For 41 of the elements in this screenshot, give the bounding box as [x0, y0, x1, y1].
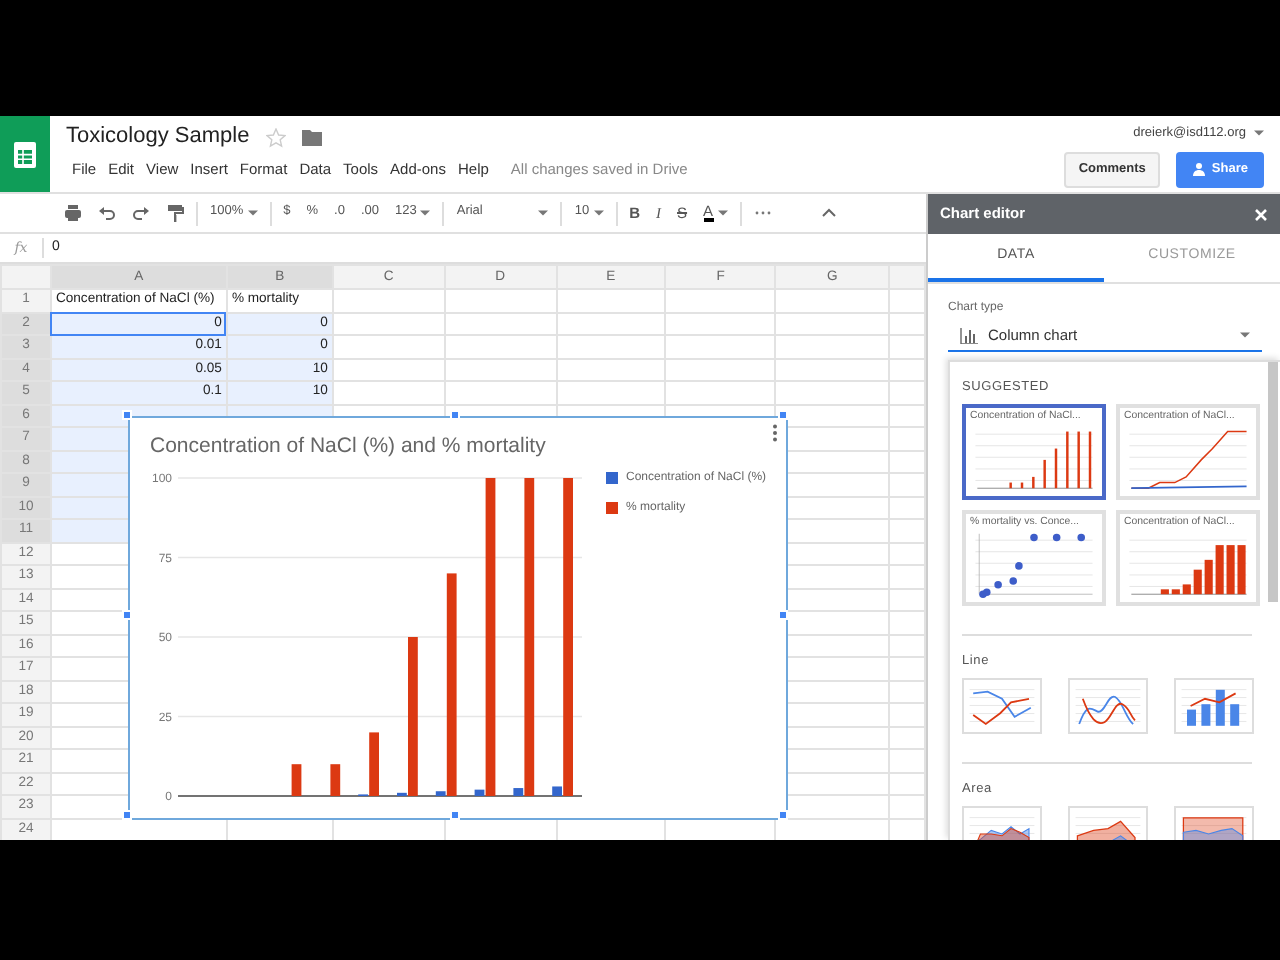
resize-handle[interactable] — [122, 810, 132, 820]
paint-format-icon — [166, 204, 184, 222]
redo-icon — [132, 204, 150, 222]
caret-icon — [420, 210, 431, 216]
folder-icon[interactable] — [301, 129, 322, 145]
chart-title: Concentration of NaCl (%) and % mortality — [150, 432, 546, 462]
resize-handle[interactable] — [450, 810, 460, 820]
chart-type-option[interactable] — [1068, 677, 1148, 734]
bar — [291, 764, 302, 796]
redo-button[interactable] — [128, 204, 154, 222]
print-icon — [64, 204, 82, 222]
person-icon — [1191, 162, 1206, 177]
resize-handle[interactable] — [778, 610, 788, 620]
bar — [330, 764, 341, 796]
kebab-menu-icon[interactable] — [772, 424, 778, 442]
close-button[interactable] — [1254, 207, 1268, 221]
chevron-up-icon — [819, 204, 838, 222]
print-button[interactable] — [60, 204, 86, 222]
undo-icon — [98, 204, 116, 222]
resize-handle[interactable] — [122, 610, 132, 620]
column-chart-icon — [960, 327, 978, 344]
document-title[interactable]: Toxicology Sample — [66, 124, 250, 150]
spreadsheet-logo-icon[interactable] — [14, 141, 36, 167]
close-icon — [1254, 207, 1268, 221]
scrollbar[interactable] — [1268, 362, 1278, 603]
chart-type-option[interactable] — [962, 677, 1042, 734]
caret-icon — [1254, 130, 1264, 137]
resize-handle[interactable] — [778, 410, 788, 420]
caret-icon — [247, 210, 258, 216]
caret-icon — [1240, 332, 1250, 339]
undo-button[interactable] — [94, 204, 120, 222]
chart-type-option[interactable] — [1174, 677, 1254, 734]
caret-icon — [538, 210, 549, 216]
star-icon[interactable] — [265, 127, 286, 147]
resize-handle[interactable] — [122, 410, 132, 420]
caret-icon — [593, 210, 604, 216]
resize-handle[interactable] — [450, 410, 460, 420]
scatter-chart-drawing — [970, 530, 1098, 598]
paint-format-button[interactable] — [162, 204, 188, 222]
resize-handle[interactable] — [778, 810, 788, 820]
caret-icon — [717, 210, 728, 216]
